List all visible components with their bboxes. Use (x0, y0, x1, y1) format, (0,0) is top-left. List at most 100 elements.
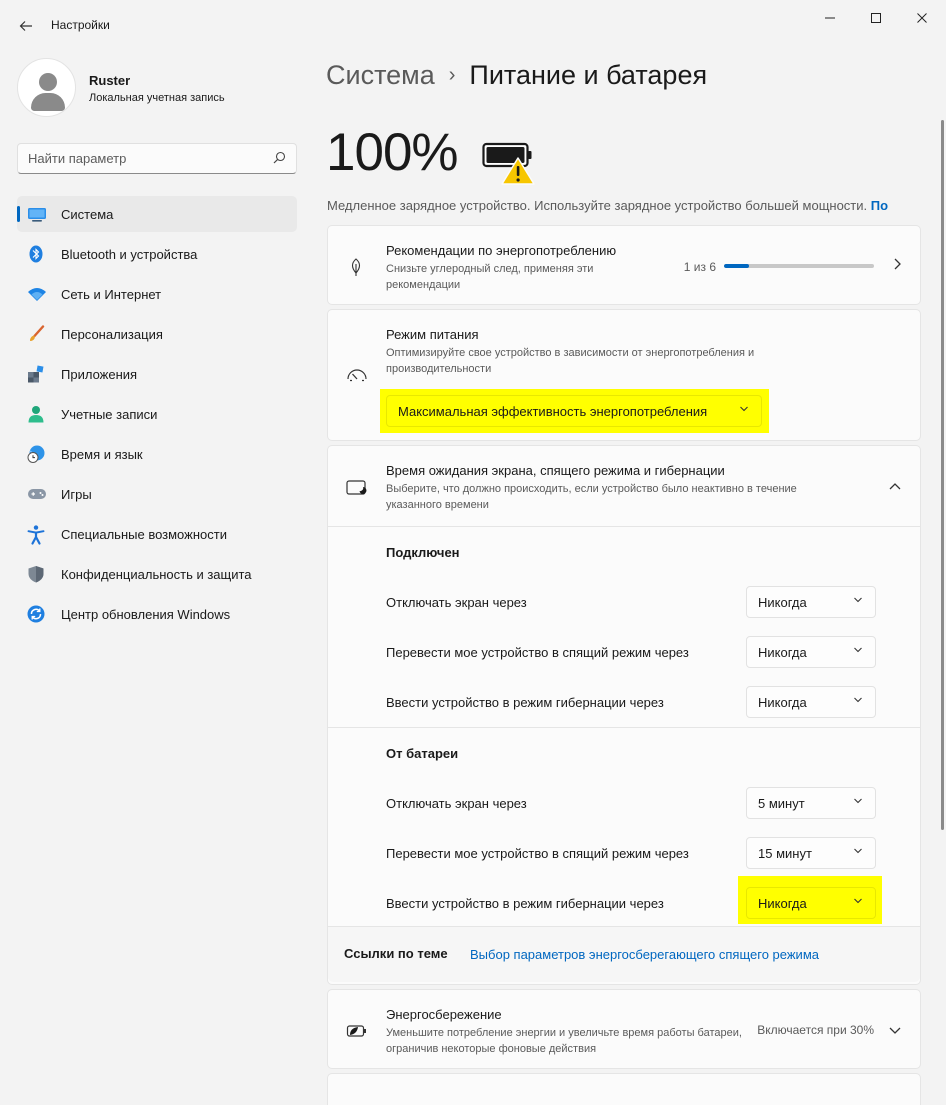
gamepad-icon (27, 485, 46, 503)
speedometer-icon (346, 366, 367, 386)
bluetooth-icon (27, 245, 45, 263)
power-mode-title: Режим питания (386, 327, 479, 342)
search-input[interactable] (28, 151, 258, 166)
recommendations-progress (724, 264, 874, 268)
warning-link[interactable]: По (871, 198, 888, 213)
sidebar-item-apps[interactable]: Приложения (17, 356, 297, 392)
sidebar-item-label: Сеть и Интернет (61, 287, 162, 302)
globe-clock-icon (27, 445, 45, 463)
recommendations-title: Рекомендации по энергопотреблению (386, 243, 617, 258)
shield-icon (27, 565, 45, 583)
plugged-sleep-dropdown[interactable]: Никогда (746, 636, 876, 668)
update-icon (27, 605, 45, 623)
row-label: Отключать экран через (386, 796, 527, 811)
row-label: Отключать экран через (386, 595, 527, 610)
minimize-button[interactable] (810, 6, 850, 30)
apps-icon (27, 365, 45, 383)
plugged-hibernate-dropdown[interactable]: Никогда (746, 686, 876, 718)
leaf-icon (346, 257, 366, 277)
system-icon (27, 205, 46, 223)
user-name: Ruster (89, 73, 131, 88)
sidebar-item-network[interactable]: Сеть и Интернет (17, 276, 297, 312)
chevron-down-icon[interactable] (888, 1023, 902, 1039)
energy-saver-icon (346, 1021, 366, 1041)
recommendations-card[interactable]: Рекомендации по энергопотреблению Снизьт… (327, 225, 921, 305)
chevron-up-icon[interactable] (888, 479, 902, 495)
recommendations-description: Снизьте углеродный след, применяя эти ре… (386, 263, 594, 291)
battery-hibernate-dropdown[interactable]: Никогда (746, 887, 876, 919)
chevron-down-icon (853, 896, 863, 909)
sidebar-item-bluetooth[interactable]: Bluetooth и устройства (17, 236, 297, 272)
account-type: Локальная учетная запись (89, 92, 225, 104)
sidebar-item-accounts[interactable]: Учетные записи (17, 396, 297, 432)
sidebar-item-label: Время и язык (61, 447, 143, 462)
row-label: Ввести устройство в режим гибернации чер… (386, 896, 664, 911)
recommendations-progress-fill (724, 264, 750, 268)
sleep-title: Время ожидания экрана, спящего режима и … (386, 463, 725, 478)
battery-sleep-dropdown[interactable]: 15 минут (746, 837, 876, 869)
close-button[interactable] (902, 6, 942, 30)
chevron-down-icon (853, 695, 863, 708)
power-mode-dropdown[interactable]: Максимальная эффективность энергопотребл… (386, 395, 762, 427)
sidebar-item-windows-update[interactable]: Центр обновления Windows (17, 596, 297, 632)
plugged-screen-off-dropdown[interactable]: Никогда (746, 586, 876, 618)
energy-saver-description: Уменьшите потребление энергии и увеличьт… (386, 1027, 742, 1055)
energy-saver-title: Энергосбережение (386, 1007, 502, 1022)
app-title: Настройки (51, 18, 110, 32)
battery-warning-icon (482, 140, 538, 188)
search-box[interactable] (17, 143, 297, 174)
chevron-down-icon (739, 404, 749, 417)
sidebar-item-label: Конфиденциальность и защита (61, 567, 252, 582)
sidebar-item-label: Приложения (61, 367, 138, 382)
sidebar-nav: Система Bluetooth и устройства Сеть и Ин… (17, 196, 297, 636)
sidebar-item-label: Специальные возможности (61, 527, 227, 542)
user-profile[interactable]: Ruster Локальная учетная запись (17, 58, 287, 118)
sidebar-item-time-language[interactable]: Время и язык (17, 436, 297, 472)
breadcrumb-separator: › (448, 64, 456, 86)
sleep-description: Выберите, что должно происходить, если у… (386, 483, 797, 511)
wifi-icon (27, 285, 46, 303)
divider (328, 727, 920, 728)
sidebar-item-system[interactable]: Система (17, 196, 297, 232)
sidebar-item-label: Система (61, 207, 114, 222)
row-label: Перевести мое устройство в спящий режим … (386, 645, 689, 660)
chevron-right-icon[interactable] (892, 257, 902, 274)
avatar (17, 58, 76, 117)
related-links-title: Ссылки по теме (344, 946, 448, 961)
back-arrow-icon[interactable] (12, 12, 40, 40)
screen-sleep-icon (346, 478, 367, 498)
sidebar-item-privacy[interactable]: Конфиденциальность и защита (17, 556, 297, 592)
title-bar: Настройки (0, 0, 946, 50)
row-label: Перевести мое устройство в спящий режим … (386, 846, 689, 861)
search-icon[interactable] (273, 151, 286, 167)
breadcrumb: Система › Питание и батарея (326, 60, 707, 91)
divider (328, 526, 920, 527)
battery-screen-off-dropdown[interactable]: 5 минут (746, 787, 876, 819)
energy-sleep-link[interactable]: Выбор параметров энергосберегающего спящ… (470, 947, 819, 962)
power-mode-card: Режим питания Оптимизируйте свое устройс… (327, 309, 921, 441)
page-title: Питание и батарея (469, 60, 708, 90)
sidebar-item-label: Учетные записи (61, 407, 158, 422)
energy-saver-status: Включается при 30% (757, 1023, 874, 1037)
maximize-button[interactable] (856, 6, 896, 30)
chevron-down-icon (853, 595, 863, 608)
account-icon (27, 405, 45, 423)
on-battery-heading: От батареи (386, 746, 459, 761)
plugged-in-heading: Подключен (386, 545, 460, 560)
battery-percent: 100% (326, 123, 459, 182)
sidebar-item-gaming[interactable]: Игры (17, 476, 297, 512)
row-label: Ввести устройство в режим гибернации чер… (386, 695, 664, 710)
sidebar-item-personalization[interactable]: Персонализация (17, 316, 297, 352)
sidebar-item-accessibility[interactable]: Специальные возможности (17, 516, 297, 552)
brush-icon (27, 325, 45, 343)
chevron-down-icon (853, 846, 863, 859)
recommendations-count: 1 из 6 (683, 260, 716, 274)
next-card[interactable] (327, 1073, 921, 1105)
sidebar-item-label: Игры (61, 487, 92, 502)
slow-charger-warning: Медленное зарядное устройство. Используй… (327, 198, 889, 213)
scrollbar[interactable] (941, 120, 944, 830)
breadcrumb-parent[interactable]: Система (326, 60, 435, 90)
sleep-timeouts-card: Время ожидания экрана, спящего режима и … (327, 445, 921, 985)
chevron-down-icon (853, 645, 863, 658)
energy-saver-card[interactable]: Энергосбережение Уменьшите потребление э… (327, 989, 921, 1069)
